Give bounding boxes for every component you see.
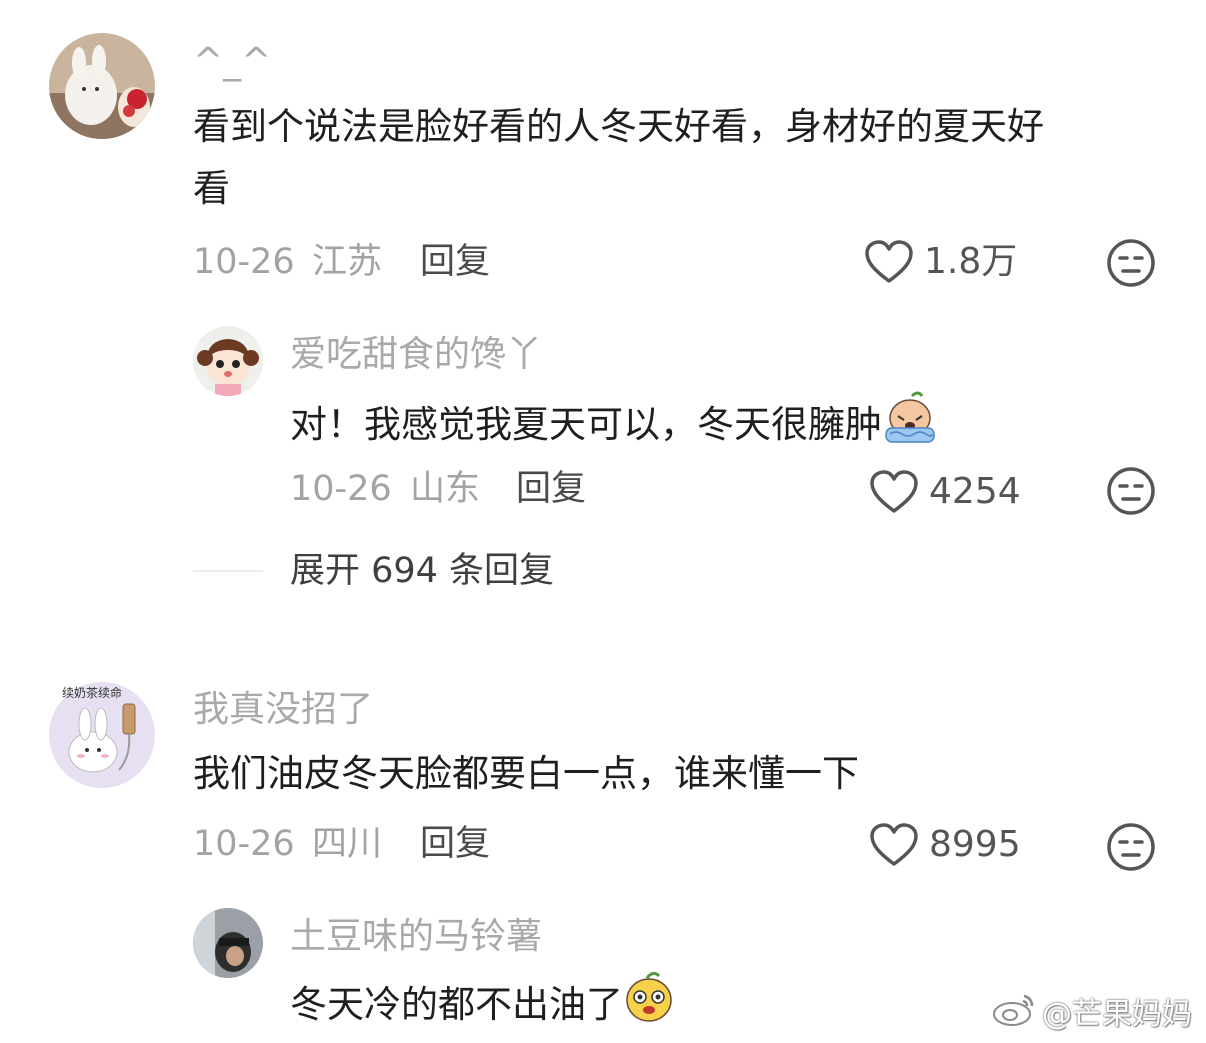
reply-text: 冬天冷的都不出油了 [290,983,623,1026]
reply-username[interactable]: 爱吃甜食的馋丫 [290,333,542,377]
like-button[interactable]: 1.8万 [864,240,1017,284]
dislike-face-icon[interactable] [1106,238,1156,288]
dislike-face-icon[interactable] [1106,466,1156,516]
reply-avatar[interactable] [193,326,263,396]
dislike-face-icon[interactable] [1106,822,1156,872]
like-count: 4254 [929,471,1021,512]
reply-button[interactable]: 回复 [420,822,490,866]
like-count: 8995 [929,824,1021,865]
weibo-logo-icon [992,992,1036,1037]
heart-icon [869,470,919,514]
comment-text: 看到个说法是脸好看的人冬天好看，身材好的夏天好 [193,105,1044,148]
like-button[interactable]: 8995 [869,823,1021,867]
reply-avatar[interactable] [193,908,263,978]
reply-location: 山东 [410,469,481,509]
watermark-text: @芒果妈妈 [1042,996,1192,1032]
reply-text-row: 冬天冷的都不出油了 [290,970,675,1043]
comment-date: 10-26 [193,242,295,282]
divider [193,570,263,572]
reply-date: 10-26 [290,469,392,509]
avatar[interactable] [49,33,155,139]
like-button[interactable]: 4254 [869,470,1021,514]
like-count: 1.8万 [924,241,1018,282]
comment-text-continued: 看 [193,167,230,210]
comment-username[interactable]: ^_^ [193,40,271,84]
comment-text: 我们油皮冬天脸都要白一点，谁来懂一下 [193,752,859,795]
comment-location: 江苏 [312,242,383,282]
crying-potato-emoji-icon [882,390,938,463]
reply-button[interactable]: 回复 [420,240,490,284]
reply-text: 对！我感觉我夏天可以，冬天很臃肿 [290,403,882,446]
comment-date: 10-26 [193,824,295,864]
reply-text-row: 对！我感觉我夏天可以，冬天很臃肿 [290,390,938,463]
expand-replies-button[interactable]: 展开 694 条回复 [290,549,554,593]
potato-emoji-icon [623,970,675,1043]
reply-username[interactable]: 土豆味的马铃薯 [290,915,542,959]
comment-location: 四川 [312,824,383,864]
comment-username[interactable]: 我真没招了 [193,688,373,732]
heart-icon [869,823,919,867]
heart-icon [864,240,914,284]
avatar-caption: 续奶茶续命 [62,686,123,700]
reply-button[interactable]: 回复 [516,467,586,511]
watermark: @芒果妈妈 [992,992,1192,1037]
